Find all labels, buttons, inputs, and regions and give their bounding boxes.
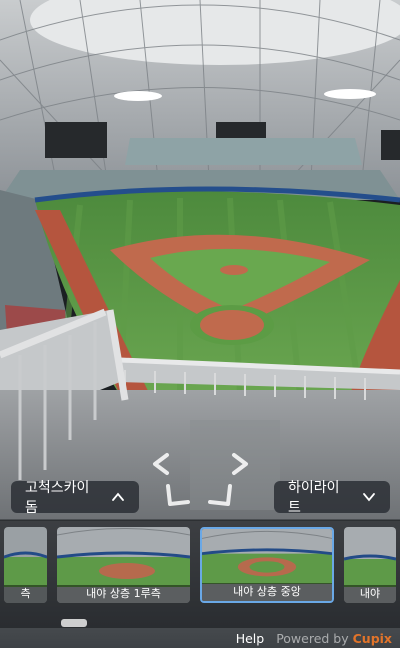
chevron-down-left-icon — [166, 484, 190, 506]
chevron-right-icon — [232, 453, 248, 475]
thumbnail-0[interactable]: 측 — [4, 527, 47, 603]
thumbnail-1[interactable]: 내야 상층 1루측 — [57, 527, 190, 603]
footer: Help Powered by Cupix — [236, 630, 392, 646]
thumbnail-3[interactable]: 내야 — [344, 527, 396, 603]
thumbnail-scrollbar-thumb[interactable] — [61, 619, 87, 627]
chevron-left-icon — [153, 453, 169, 475]
thumbnail-2[interactable]: 내야 상층 중앙 — [200, 527, 334, 603]
thumbnail-label: 내야 상층 1루측 — [57, 585, 190, 603]
nav-arrow-back-left[interactable] — [160, 478, 194, 512]
brand-logo[interactable]: Cupix — [353, 631, 392, 646]
nav-arrow-right[interactable] — [222, 447, 256, 481]
highlight-dropdown[interactable]: 하이라이트 — [274, 480, 390, 516]
chevron-down-right-icon — [208, 484, 232, 506]
nav-arrow-back-right[interactable] — [204, 478, 238, 512]
chevron-up-icon — [111, 490, 125, 504]
location-dropdown-label: 고척스카이돔 — [25, 480, 90, 516]
thumbnail-label: 측 — [4, 585, 47, 603]
powered-by: Powered by Cupix — [276, 631, 392, 646]
thumbnail-label: 내야 — [344, 585, 396, 603]
highlight-dropdown-label: 하이라이트 — [288, 480, 340, 516]
thumbnail-label: 내야 상층 중앙 — [202, 583, 332, 601]
chevron-down-icon — [362, 490, 376, 504]
help-link[interactable]: Help — [236, 631, 265, 646]
thumbnail-scrollbar-track[interactable] — [0, 617, 400, 625]
nav-arrow-left[interactable] — [145, 447, 179, 481]
location-dropdown[interactable]: 고척스카이돔 — [11, 480, 139, 516]
powered-by-label: Powered by — [276, 630, 349, 646]
